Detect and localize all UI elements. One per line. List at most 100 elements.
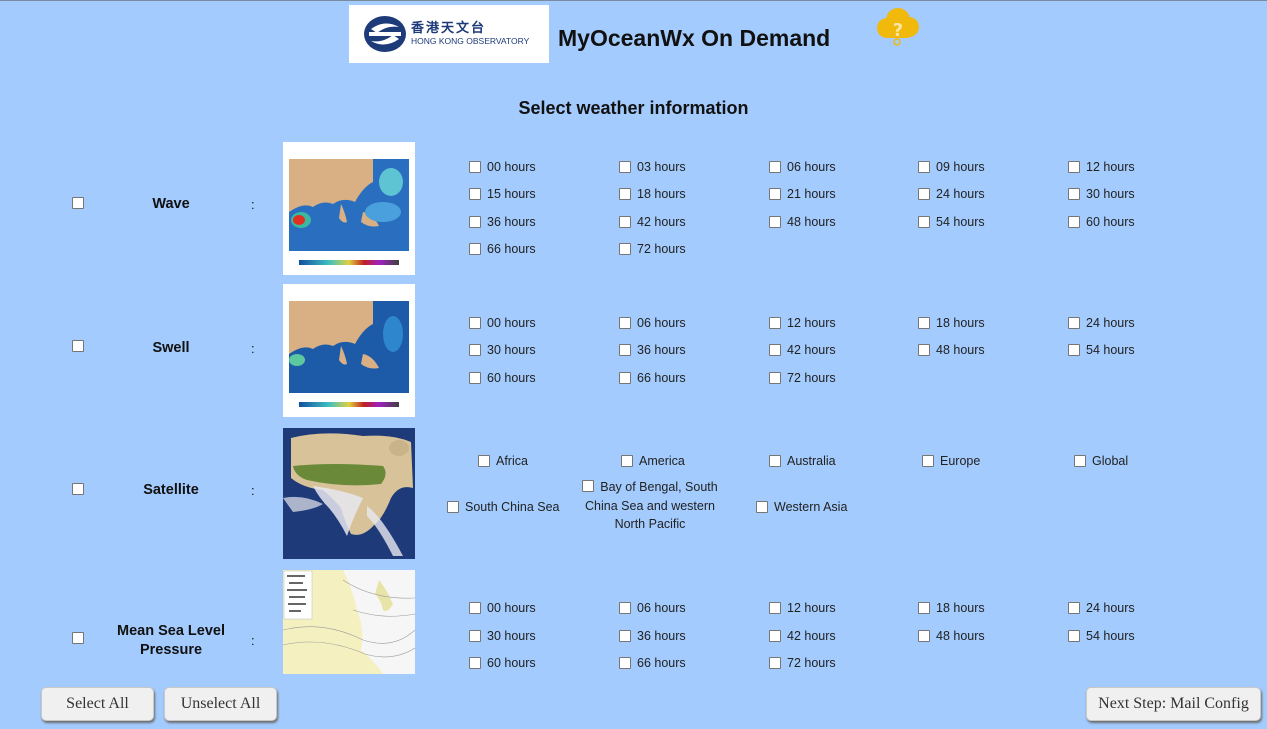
- mslp-option-checkbox[interactable]: [469, 602, 481, 614]
- wave-option-checkbox[interactable]: [619, 243, 631, 255]
- wave-option[interactable]: 66 hours: [469, 242, 536, 256]
- wave-option[interactable]: 15 hours: [469, 187, 536, 201]
- wave-option[interactable]: 24 hours: [918, 187, 985, 201]
- swell-option-checkbox[interactable]: [918, 317, 930, 329]
- wave-option-checkbox[interactable]: [918, 188, 930, 200]
- satellite-select-all-checkbox[interactable]: [72, 483, 84, 495]
- wave-option[interactable]: 42 hours: [619, 215, 686, 229]
- mslp-option-checkbox[interactable]: [918, 630, 930, 642]
- wave-option-checkbox[interactable]: [769, 188, 781, 200]
- satellite-option[interactable]: Western Asia: [756, 500, 847, 514]
- satellite-option-checkbox[interactable]: [756, 501, 768, 513]
- mslp-option[interactable]: 72 hours: [769, 656, 836, 670]
- satellite-option-checkbox[interactable]: [478, 455, 490, 467]
- swell-option-checkbox[interactable]: [769, 317, 781, 329]
- wave-option-checkbox[interactable]: [469, 161, 481, 173]
- satellite-option[interactable]: Global: [1074, 454, 1128, 468]
- swell-option-checkbox[interactable]: [1068, 317, 1080, 329]
- mslp-option[interactable]: 12 hours: [769, 601, 836, 615]
- mslp-option[interactable]: 66 hours: [619, 656, 686, 670]
- wave-option-checkbox[interactable]: [918, 161, 930, 173]
- satellite-option[interactable]: Australia: [769, 454, 836, 468]
- wave-option-checkbox[interactable]: [469, 243, 481, 255]
- wave-option[interactable]: 09 hours: [918, 160, 985, 174]
- satellite-option-checkbox[interactable]: [1074, 455, 1086, 467]
- wave-option-checkbox[interactable]: [619, 161, 631, 173]
- wave-option[interactable]: 03 hours: [619, 160, 686, 174]
- mslp-option-checkbox[interactable]: [1068, 630, 1080, 642]
- wave-option[interactable]: 00 hours: [469, 160, 536, 174]
- mslp-option-checkbox[interactable]: [769, 657, 781, 669]
- swell-option-checkbox[interactable]: [918, 344, 930, 356]
- wave-option[interactable]: 36 hours: [469, 215, 536, 229]
- mslp-option[interactable]: 24 hours: [1068, 601, 1135, 615]
- swell-option[interactable]: 06 hours: [619, 316, 686, 330]
- wave-option[interactable]: 18 hours: [619, 187, 686, 201]
- mslp-option[interactable]: 00 hours: [469, 601, 536, 615]
- swell-option[interactable]: 72 hours: [769, 371, 836, 385]
- wave-option-checkbox[interactable]: [619, 188, 631, 200]
- mslp-option-checkbox[interactable]: [918, 602, 930, 614]
- satellite-option-checkbox[interactable]: [582, 480, 595, 492]
- swell-option[interactable]: 42 hours: [769, 343, 836, 357]
- satellite-option[interactable]: South China Sea: [447, 500, 560, 514]
- mslp-option[interactable]: 42 hours: [769, 629, 836, 643]
- swell-option[interactable]: 18 hours: [918, 316, 985, 330]
- next-step-button[interactable]: Next Step: Mail Config: [1086, 687, 1261, 721]
- mslp-option-checkbox[interactable]: [1068, 602, 1080, 614]
- wave-option[interactable]: 12 hours: [1068, 160, 1135, 174]
- mslp-option[interactable]: 06 hours: [619, 601, 686, 615]
- satellite-option[interactable]: Bay of Bengal, South China Sea and weste…: [575, 478, 725, 534]
- wave-option[interactable]: 54 hours: [918, 215, 985, 229]
- wave-option-checkbox[interactable]: [469, 216, 481, 228]
- wave-option-checkbox[interactable]: [1068, 188, 1080, 200]
- swell-option-checkbox[interactable]: [769, 372, 781, 384]
- swell-option[interactable]: 66 hours: [619, 371, 686, 385]
- swell-option-checkbox[interactable]: [469, 344, 481, 356]
- satellite-option-checkbox[interactable]: [447, 501, 459, 513]
- mslp-option[interactable]: 36 hours: [619, 629, 686, 643]
- wave-option-checkbox[interactable]: [1068, 161, 1080, 173]
- swell-select-all-checkbox[interactable]: [72, 340, 84, 352]
- select-all-button[interactable]: Select All: [41, 687, 154, 721]
- swell-option[interactable]: 30 hours: [469, 343, 536, 357]
- wave-option[interactable]: 06 hours: [769, 160, 836, 174]
- mslp-option-checkbox[interactable]: [769, 630, 781, 642]
- mslp-option-checkbox[interactable]: [619, 657, 631, 669]
- swell-option-checkbox[interactable]: [769, 344, 781, 356]
- unselect-all-button[interactable]: Unselect All: [164, 687, 277, 721]
- wave-option[interactable]: 48 hours: [769, 215, 836, 229]
- wave-option-checkbox[interactable]: [469, 188, 481, 200]
- satellite-option-checkbox[interactable]: [922, 455, 934, 467]
- wave-option-checkbox[interactable]: [918, 216, 930, 228]
- wave-option-checkbox[interactable]: [769, 216, 781, 228]
- mslp-option[interactable]: 18 hours: [918, 601, 985, 615]
- mslp-option[interactable]: 30 hours: [469, 629, 536, 643]
- mslp-select-all-checkbox[interactable]: [72, 632, 84, 644]
- satellite-option-checkbox[interactable]: [621, 455, 633, 467]
- swell-option-checkbox[interactable]: [619, 344, 631, 356]
- swell-option[interactable]: 54 hours: [1068, 343, 1135, 357]
- wave-option-checkbox[interactable]: [619, 216, 631, 228]
- satellite-option[interactable]: America: [621, 454, 685, 468]
- wave-option-checkbox[interactable]: [769, 161, 781, 173]
- swell-option[interactable]: 48 hours: [918, 343, 985, 357]
- satellite-option[interactable]: Africa: [478, 454, 528, 468]
- mslp-option-checkbox[interactable]: [469, 657, 481, 669]
- swell-option[interactable]: 36 hours: [619, 343, 686, 357]
- cloud-question-icon[interactable]: ?: [873, 6, 923, 46]
- mslp-option-checkbox[interactable]: [619, 602, 631, 614]
- wave-option[interactable]: 72 hours: [619, 242, 686, 256]
- swell-option[interactable]: 24 hours: [1068, 316, 1135, 330]
- swell-option-checkbox[interactable]: [1068, 344, 1080, 356]
- wave-option[interactable]: 30 hours: [1068, 187, 1135, 201]
- wave-option[interactable]: 21 hours: [769, 187, 836, 201]
- swell-option-checkbox[interactable]: [469, 317, 481, 329]
- mslp-option-checkbox[interactable]: [769, 602, 781, 614]
- mslp-option[interactable]: 60 hours: [469, 656, 536, 670]
- mslp-option[interactable]: 54 hours: [1068, 629, 1135, 643]
- swell-option-checkbox[interactable]: [469, 372, 481, 384]
- mslp-option-checkbox[interactable]: [469, 630, 481, 642]
- swell-option[interactable]: 00 hours: [469, 316, 536, 330]
- wave-select-all-checkbox[interactable]: [72, 197, 84, 209]
